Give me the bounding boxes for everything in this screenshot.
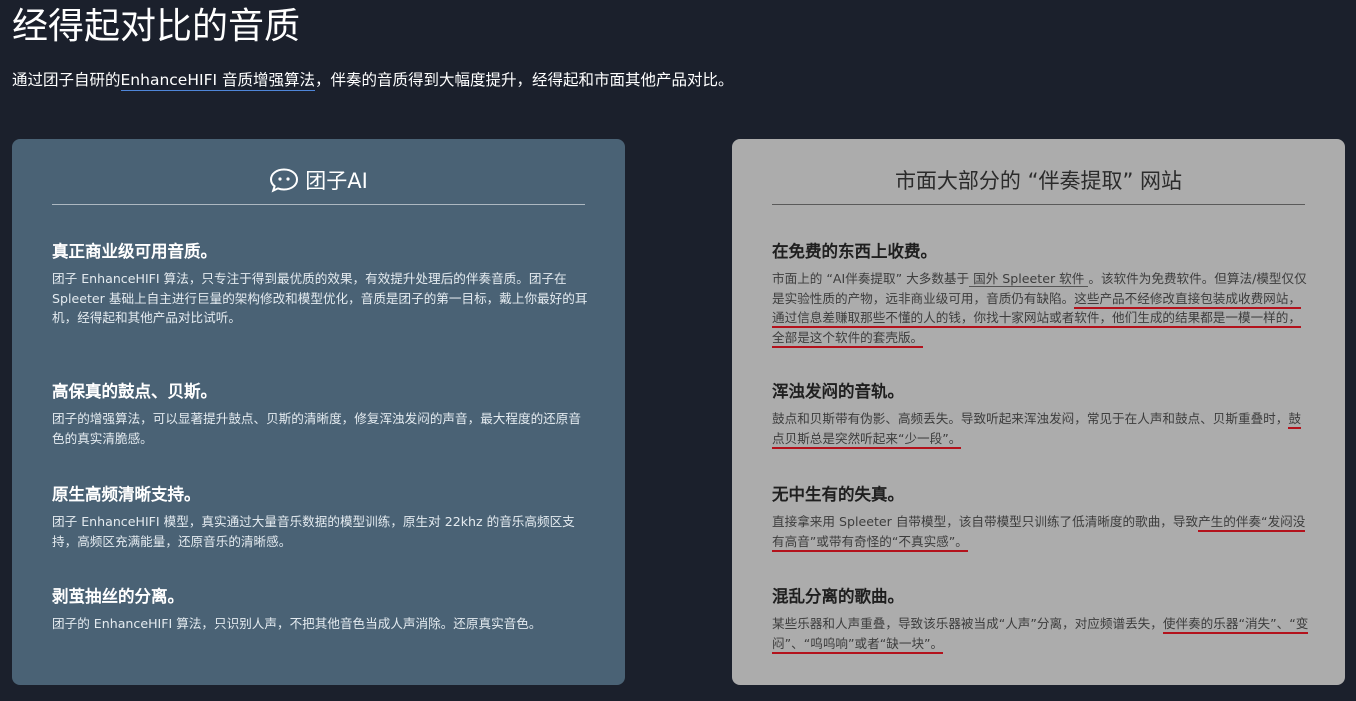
feature-heading: 在免费的东西上收费。 [772,242,937,261]
feature-body: 某些乐器和人声重叠，导致该乐器被当成“人声”分离，对应频谱丢失，使伴奏的乐器“消… [772,614,1312,654]
card-title: 市面大部分的 “伴奏提取” 网站 [894,168,1183,193]
enhancehifi-link[interactable]: EnhanceHIFI 音质增强算法 [120,71,315,91]
feature-heading: 剥茧抽丝的分离。 [52,587,184,606]
feature-body: 团子 EnhanceHIFI 算法，只专注于得到最优质的效果，有效提升处理后的伴… [52,271,588,325]
feature-separation: 剥茧抽丝的分离。 团子的 EnhanceHIFI 算法，只识别人声，不把其他音色… [52,586,592,634]
competitor-card: 市面大部分的 “伴奏提取” 网站 在免费的东西上收费。 市面上的 “AI伴奏提取… [732,139,1345,685]
feature-heading: 无中生有的失真。 [772,485,904,504]
feature-body: 鼓点和贝斯带有伪影、高频丢失。导致听起来浑浊发闷，常见于在人声和鼓点、贝斯重叠时… [772,409,1312,449]
feature-heading: 真正商业级可用音质。 [52,242,217,261]
page-title: 经得起对比的音质 [12,6,301,47]
feature-heading: 高保真的鼓点、贝斯。 [52,382,217,401]
feature-muddy-tracks: 浑浊发闷的音轨。 鼓点和贝斯带有伪影、高频丢失。导致听起来浑浊发闷，常见于在人声… [772,381,1312,449]
feature-distortion: 无中生有的失真。 直接拿来用 Spleeter 自带模型，该自带模型只训练了低清… [772,484,1312,552]
feature-heading: 浑浊发闷的音轨。 [772,382,904,401]
spleeter-link[interactable]: 国外 Spleeter 软件 [969,271,1089,287]
feature-heading: 原生高频清晰支持。 [52,485,201,504]
feature-commercial-quality: 真正商业级可用音质。 团子 EnhanceHIFI 算法，只专注于得到最优质的效… [52,241,592,328]
card-header: 团子AI [52,155,585,205]
tuanzi-ai-card: 团子AI 真正商业级可用音质。 团子 EnhanceHIFI 算法，只专注于得到… [12,139,625,685]
feature-free-charged: 在免费的东西上收费。 市面上的 “AI伴奏提取” 大多数基于 国外 Spleet… [772,241,1312,348]
feature-body: 团子的 EnhanceHIFI 算法，只识别人声，不把其他音色当成人声消除。还原… [52,616,542,631]
feature-chaotic-separation: 混乱分离的歌曲。 某些乐器和人声重叠，导致该乐器被当成“人声”分离，对应频谱丢失… [772,586,1312,654]
smiley-chat-icon [269,167,299,193]
feature-body: 直接拿来用 Spleeter 自带模型，该自带模型只训练了低清晰度的歌曲，导致产… [772,512,1312,552]
card-title: 团子AI [305,168,368,193]
page-subtitle: 通过团子自研的EnhanceHIFI 音质增强算法，伴奏的音质得到大幅度提升，经… [12,68,734,92]
card-header: 市面大部分的 “伴奏提取” 网站 [772,155,1305,205]
feature-drums-bass: 高保真的鼓点、贝斯。 团子的增强算法，可以显著提升鼓点、贝斯的清晰度，修复浑浊发… [52,381,592,448]
feature-body: 市面上的 “AI伴奏提取” 大多数基于 国外 Spleeter 软件 。该软件为… [772,269,1312,348]
subtitle-prefix: 通过团子自研的 [12,71,121,89]
subtitle-suffix: ，伴奏的音质得到大幅度提升，经得起和市面其他产品对比。 [314,71,734,89]
feature-heading: 混乱分离的歌曲。 [772,587,904,606]
feature-body: 团子 EnhanceHIFI 模型，真实通过大量音乐数据的模型训练，原生对 22… [52,514,575,549]
feature-high-frequency: 原生高频清晰支持。 团子 EnhanceHIFI 模型，真实通过大量音乐数据的模… [52,484,592,551]
feature-body: 团子的增强算法，可以显著提升鼓点、贝斯的清晰度，修复浑浊发闷的声音，最大程度的还… [52,411,581,446]
